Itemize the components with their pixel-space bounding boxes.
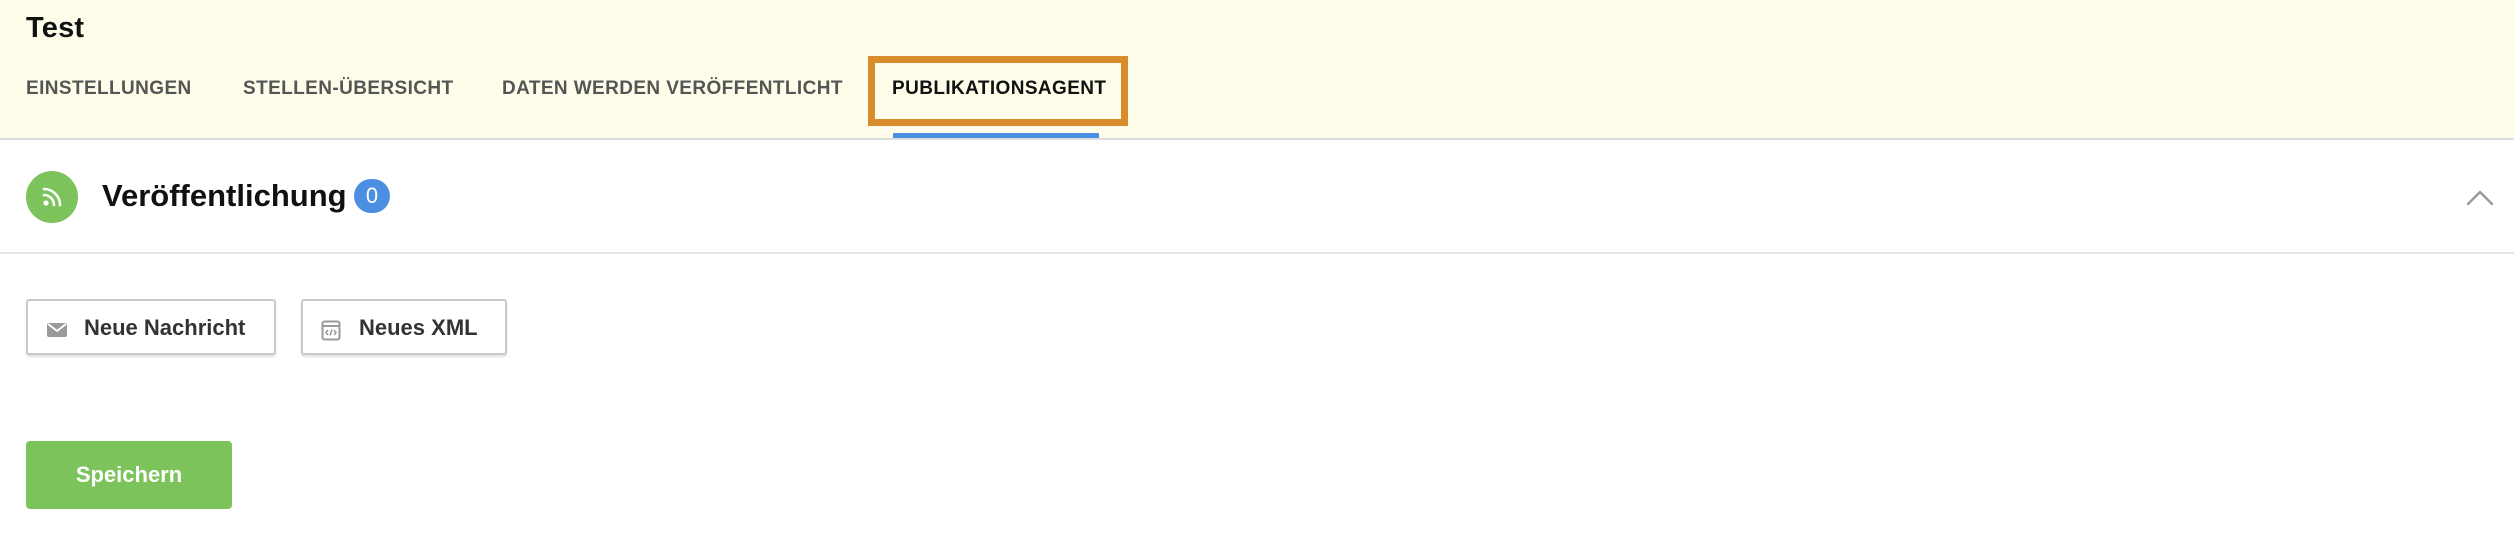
envelope-icon [46, 319, 68, 345]
top-header: Test EINSTELLUNGEN STELLEN-ÜBERSICHT DAT… [0, 0, 2514, 140]
tab-stellen-uebersicht[interactable]: STELLEN-ÜBERSICHT [243, 78, 454, 100]
rss-feed-icon [26, 171, 78, 223]
page-title: Test [26, 12, 85, 44]
new-xml-label: Neues XML [359, 315, 478, 340]
section-title: Veröffentlichung [102, 178, 347, 213]
xml-file-icon [321, 319, 341, 347]
section-header-veroeffentlichung: Veröffentlichung 0 [0, 140, 2514, 254]
active-tab-indicator [893, 133, 1099, 138]
tab-daten-veroeffentlicht[interactable]: DATEN WERDEN VERÖFFENTLICHT [502, 78, 843, 100]
tab-highlight-frame [868, 56, 1128, 126]
count-badge: 0 [354, 179, 390, 213]
new-message-label: Neue Nachricht [84, 315, 246, 340]
new-message-button[interactable]: Neue Nachricht [26, 299, 276, 355]
new-xml-button[interactable]: Neues XML [301, 299, 507, 355]
tab-einstellungen[interactable]: EINSTELLUNGEN [26, 78, 192, 100]
chevron-up-icon[interactable] [2460, 180, 2500, 210]
save-button[interactable]: Speichern [26, 441, 232, 509]
